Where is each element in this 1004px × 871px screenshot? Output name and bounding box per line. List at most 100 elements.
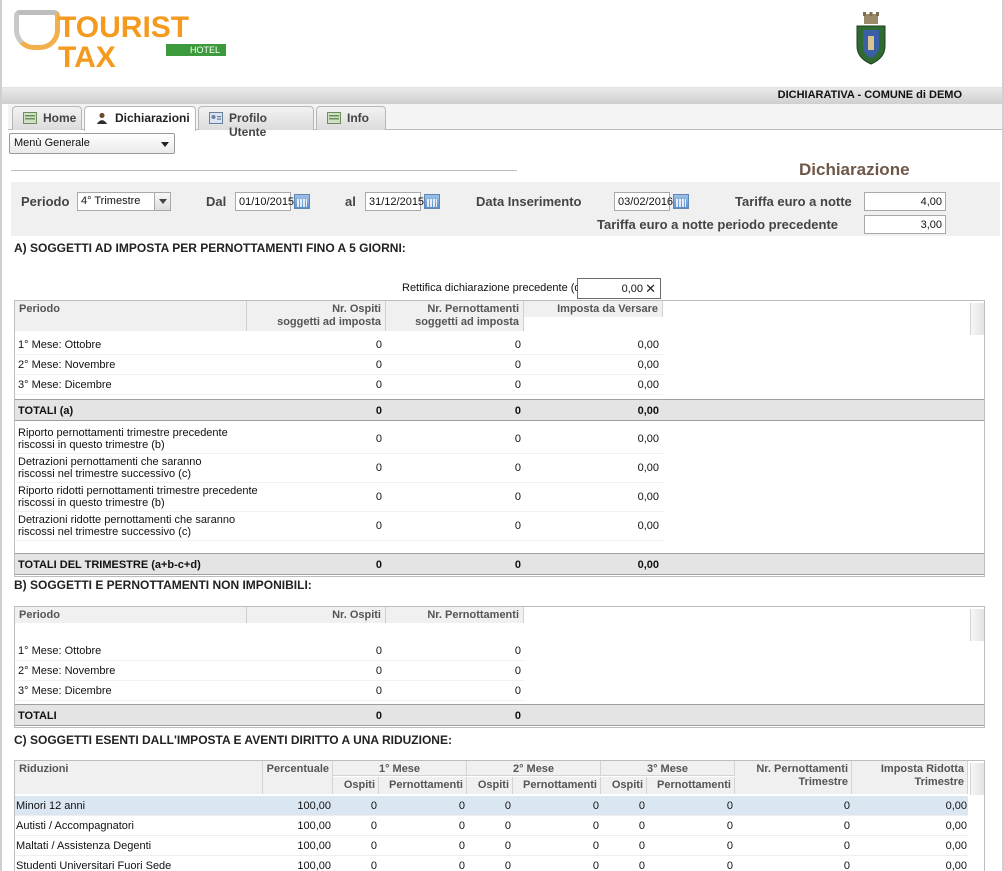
table-b-scrollbar[interactable]: [970, 609, 984, 641]
row-adjust-label: Detrazioni pernottamenti che saranno ris…: [18, 456, 201, 480]
table-row[interactable]: Maltati / Assistenza Degenti 100,00 0 0 …: [15, 836, 968, 856]
table-a-scrollbar[interactable]: [970, 303, 984, 335]
data-inserimento-label: Data Inserimento: [476, 194, 582, 209]
table-a: Periodo Nr. Ospiti soggetti ad imposta N…: [14, 300, 985, 577]
row-adjust-line2: riscossi nel trimestre successivo (c): [18, 468, 191, 480]
row-adjust-line1: Detrazioni ridotte pernottamenti che sar…: [18, 514, 236, 526]
row-pern-3: 0: [726, 840, 733, 852]
rettifica-input[interactable]: 0,00 ✕: [577, 278, 661, 299]
row-imposta-ridotta: 0,00: [945, 840, 967, 852]
row-ospiti: 0: [375, 359, 382, 371]
table-c-header-ospiti-2: Ospiti: [467, 777, 513, 794]
data-inserimento-input[interactable]: 03/02/2016: [614, 192, 673, 211]
al-calendar-icon[interactable]: [424, 194, 440, 209]
row-riduzione: Minori 12 anni: [16, 800, 86, 812]
row-ospiti-2: 0: [504, 840, 511, 852]
row-pernottamenti: 0: [514, 520, 521, 532]
header-ospiti-l2: soggetti ad imposta: [277, 316, 381, 328]
row-adjust-line1: Riporto ridotti pernottamenti trimestre …: [18, 485, 258, 497]
page: TOURIST TAX HOTEL DICHIARATIVA - COMUNE …: [0, 0, 1004, 871]
row-pern-1: 0: [458, 840, 465, 852]
row-imposta-ridotta: 0,00: [945, 860, 967, 871]
row-ospiti-2: 0: [504, 860, 511, 871]
row-ospiti-2: 0: [504, 800, 511, 812]
menu-generale-value: Menù Generale: [14, 137, 90, 149]
row-pern-2: 0: [592, 820, 599, 832]
row-imposta: 0,00: [637, 462, 659, 474]
tariffa-precedente-input[interactable]: 3,00: [864, 215, 946, 234]
row-pern-1: 0: [458, 820, 465, 832]
row-pernottamenti: 0: [514, 665, 521, 677]
dal-calendar-icon[interactable]: [294, 194, 310, 209]
periodo-label: Periodo: [21, 194, 70, 209]
tab-bar: Home Dichiarazioni Profilo Utente Info: [8, 104, 1002, 139]
header-pern-l2: soggetti ad imposta: [415, 316, 519, 328]
row-periodo: 2° Mese: Novembre: [18, 359, 116, 371]
section-a-title: A) SOGGETTI AD IMPOSTA PER PERNOTTAMENTI…: [14, 241, 406, 255]
tab-dichiarazioni[interactable]: Dichiarazioni: [84, 106, 196, 131]
row-ospiti-3: 0: [638, 800, 645, 812]
clear-icon[interactable]: ✕: [645, 281, 656, 297]
tariffa-input[interactable]: 4,00: [864, 192, 946, 211]
table-b-header-periodo: Periodo: [15, 607, 247, 623]
row-pernottamenti: 0: [514, 645, 521, 657]
row-imposta: 0,00: [637, 520, 659, 532]
municipality-crest-icon: [856, 12, 886, 65]
al-date-input[interactable]: 31/12/2015: [365, 192, 424, 211]
row-ospiti-3: 0: [638, 820, 645, 832]
user-icon: [96, 112, 108, 124]
row-adjust-label: Detrazioni ridotte pernottamenti che sar…: [18, 514, 235, 538]
table-c-header-mese3: 3° Mese: [601, 761, 735, 776]
tab-home-label: Home: [43, 111, 77, 125]
rettifica-label: Rettifica dichiarazione precedente (d): [402, 282, 585, 294]
row-adjust-line2: riscossi nel trimestre successivo (c): [18, 526, 191, 538]
periodo-dropdown-icon[interactable]: [154, 193, 170, 210]
table-row[interactable]: Minori 12 anni 100,00 0 0 0 0 0 0 0 0,00: [15, 796, 968, 816]
row-imposta: 0,00: [637, 433, 659, 445]
al-label: al: [345, 194, 356, 209]
table-row[interactable]: Autisti / Accompagnatori 100,00 0 0 0 0 …: [15, 816, 968, 836]
periodo-select[interactable]: 4° Trimestre: [77, 192, 171, 211]
section-b-title: B) SOGGETTI E PERNOTTAMENTI NON IMPONIBI…: [14, 578, 312, 592]
row-pernottamenti: 0: [514, 433, 521, 445]
row-ospiti: 0: [375, 685, 382, 697]
totali-trimestre-label: TOTALI DEL TRIMESTRE (a+b-c+d): [18, 559, 201, 571]
tourist-tax-logo[interactable]: TOURIST TAX HOTEL: [14, 4, 229, 73]
table-row: 3° Mese: Dicembre 0 0 0,00: [15, 375, 663, 395]
table-b-header-ospiti: Nr. Ospiti: [247, 607, 386, 623]
tab-profilo-utente[interactable]: Profilo Utente: [198, 106, 314, 139]
row-ospiti: 0: [375, 665, 382, 677]
table-a-header-ospiti: Nr. Ospiti soggetti ad imposta: [247, 301, 386, 331]
row-periodo: 3° Mese: Dicembre: [18, 685, 112, 697]
dal-date-input[interactable]: 01/10/2015: [235, 192, 294, 211]
row-pernottamenti: 0: [514, 685, 521, 697]
table-c-header-nr-pern: Nr. Pernottamenti Trimestre: [735, 761, 852, 794]
totali-trimestre-row: TOTALI DEL TRIMESTRE (a+b-c+d) 0 0 0,00: [15, 553, 984, 575]
tab-info[interactable]: Info: [316, 106, 386, 130]
row-percentuale: 100,00: [297, 800, 331, 812]
table-row[interactable]: Studenti Universitari Fuori Sede 100,00 …: [15, 856, 968, 871]
row-pern-3: 0: [726, 800, 733, 812]
table-c-header-riduzioni: Riduzioni: [15, 761, 263, 794]
row-pernottamenti: 0: [514, 462, 521, 474]
table-c-header-pern-1: Pernottamenti: [379, 777, 467, 794]
totali-b-row: TOTALI 0 0: [15, 704, 984, 726]
header-ospiti-l1: Nr. Ospiti: [332, 303, 381, 315]
row-pern-2: 0: [592, 860, 599, 871]
menu-generale-select[interactable]: Menù Generale: [9, 133, 175, 154]
table-c: Riduzioni Percentuale 1° Mese 2° Mese 3°…: [14, 760, 985, 871]
section-c-title: C) SOGGETTI ESENTI DALL'IMPOSTA E AVENTI…: [14, 733, 452, 747]
table-c-header-pern-3: Pernottamenti: [647, 777, 735, 794]
row-pern-3: 0: [726, 860, 733, 871]
totali-trimestre-imposta: 0,00: [637, 559, 659, 571]
tab-home[interactable]: Home: [12, 106, 82, 130]
row-riduzione: Maltati / Assistenza Degenti: [16, 840, 152, 852]
header-nr-pern-l1: Nr. Pernottamenti: [756, 763, 848, 775]
row-imposta: 0,00: [637, 379, 659, 391]
table-row: 3° Mese: Dicembre 0 0: [15, 681, 524, 701]
table-c-scrollbar[interactable]: [970, 763, 984, 795]
data-inserimento-calendar-icon[interactable]: [673, 194, 689, 209]
logo-text: TOURIST TAX: [58, 11, 190, 74]
table-row: 1° Mese: Ottobre 0 0: [15, 641, 524, 661]
row-imposta-ridotta: 0,00: [945, 820, 967, 832]
